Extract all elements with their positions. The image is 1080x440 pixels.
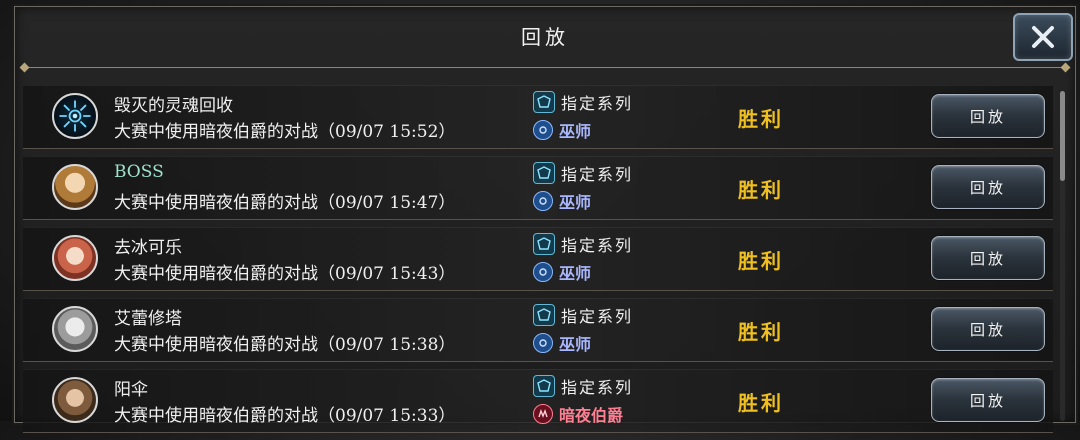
class-label: 巫师 [559,264,592,283]
avatar [52,377,98,423]
mode-label: 指定系列 [561,165,634,184]
replay-dialog: 回放 毁灭的灵魂回收 大赛中使用暗夜伯爵的对战（09/07 15:52） 指定系… [14,6,1076,433]
header-divider [23,67,1067,68]
match-mode: 指定系列 [533,161,633,185]
mode-label: 指定系列 [561,236,634,255]
match-mode: 指定系列 [533,232,633,256]
match-description: 大赛中使用暗夜伯爵的对战（09/07 15:52） [114,122,456,142]
player-name: BOSS [114,162,164,182]
class-label: 暗夜伯爵 [559,406,624,425]
player-name: 去冰可乐 [114,238,182,258]
match-mode: 指定系列 [533,303,633,327]
match-result: 胜利 [738,320,784,344]
scrollbar-thumb[interactable] [1060,91,1065,181]
close-icon [1032,26,1054,48]
format-icon [533,233,555,255]
mage-class-icon [533,333,553,353]
format-icon [533,375,555,397]
match-result: 胜利 [738,249,784,273]
match-mode: 指定系列 [533,90,633,114]
mage-class-icon [533,191,553,211]
player-name: 艾蕾修塔 [114,309,182,329]
dialog-title: 回放 [521,24,569,49]
player-class: 巫师 [533,260,591,284]
dialog-header: 回放 [15,7,1075,63]
player-class: 巫师 [533,331,591,355]
format-icon [533,162,555,184]
match-result: 胜利 [738,178,784,202]
player-name: 阳伞 [114,380,148,400]
match-result: 胜利 [738,107,784,131]
mode-label: 指定系列 [561,94,634,113]
replay-row: 去冰可乐 大赛中使用暗夜伯爵的对战（09/07 15:43） 指定系列 巫师 胜… [23,227,1053,291]
replay-row: 阳伞 大赛中使用暗夜伯爵的对战（09/07 15:33） 指定系列 暗夜伯爵 胜… [23,369,1053,433]
match-result: 胜利 [738,391,784,415]
mode-label: 指定系列 [561,307,634,326]
class-label: 巫师 [559,335,592,354]
mage-class-icon [533,120,553,140]
class-label: 巫师 [559,193,592,212]
player-name: 毁灭的灵魂回收 [114,96,233,116]
format-icon [533,304,555,326]
mage-class-icon [533,262,553,282]
nightlord-class-icon [533,404,553,424]
emblem-icon [59,100,91,132]
player-class: 巫师 [533,189,591,213]
match-mode: 指定系列 [533,374,633,398]
avatar [52,306,98,352]
match-description: 大赛中使用暗夜伯爵的对战（09/07 15:38） [114,335,456,355]
replay-button[interactable]: 回放 [931,236,1045,280]
replay-button[interactable]: 回放 [931,378,1045,422]
replay-button[interactable]: 回放 [931,94,1045,138]
replay-button[interactable]: 回放 [931,165,1045,209]
mode-label: 指定系列 [561,378,634,397]
list-scrollbar[interactable] [1060,91,1065,421]
replay-row: 毁灭的灵魂回收 大赛中使用暗夜伯爵的对战（09/07 15:52） 指定系列 巫… [23,85,1053,149]
replay-row: BOSS 大赛中使用暗夜伯爵的对战（09/07 15:47） 指定系列 巫师 胜… [23,156,1053,220]
player-class: 巫师 [533,118,591,142]
avatar [52,235,98,281]
match-description: 大赛中使用暗夜伯爵的对战（09/07 15:33） [114,406,456,426]
replay-row: 艾蕾修塔 大赛中使用暗夜伯爵的对战（09/07 15:38） 指定系列 巫师 胜… [23,298,1053,362]
avatar [52,164,98,210]
replay-button[interactable]: 回放 [931,307,1045,351]
class-label: 巫师 [559,122,592,141]
close-button[interactable] [1013,13,1073,61]
match-description: 大赛中使用暗夜伯爵的对战（09/07 15:43） [114,264,456,284]
avatar [52,93,98,139]
player-class: 暗夜伯爵 [533,402,623,426]
match-description: 大赛中使用暗夜伯爵的对战（09/07 15:47） [114,193,456,213]
format-icon [533,91,555,113]
replay-list: 毁灭的灵魂回收 大赛中使用暗夜伯爵的对战（09/07 15:52） 指定系列 巫… [23,85,1053,440]
